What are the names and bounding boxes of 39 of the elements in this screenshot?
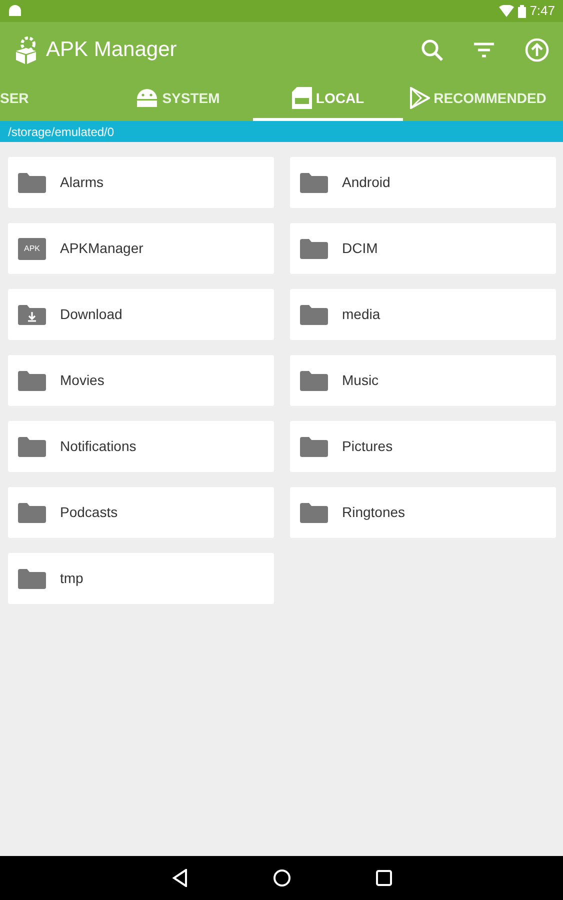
recents-icon[interactable] (376, 870, 392, 886)
folder-icon (300, 304, 328, 326)
folder-card[interactable]: Music (290, 355, 556, 406)
app-title: APK Manager (46, 37, 177, 64)
android-icon (136, 87, 158, 109)
folder-card[interactable]: Podcasts (8, 487, 274, 538)
battery-icon (518, 4, 526, 18)
apk-file-icon (292, 87, 312, 109)
folder-icon (300, 370, 328, 392)
folder-card[interactable]: Notifications (8, 421, 274, 472)
folder-card[interactable]: Pictures (290, 421, 556, 472)
folder-icon (18, 370, 46, 392)
folder-card[interactable]: APK APKManager (8, 223, 274, 274)
path-bar: /storage/emulated/0 (0, 121, 563, 142)
back-icon[interactable] (172, 869, 188, 887)
wifi-icon (498, 5, 514, 17)
android-notification-icon (8, 5, 22, 17)
folder-card[interactable]: tmp (8, 553, 274, 604)
download-folder-icon (18, 304, 46, 326)
folder-icon (18, 502, 46, 524)
folder-card[interactable]: Movies (8, 355, 274, 406)
folder-card[interactable]: media (290, 289, 556, 340)
folder-icon (300, 502, 328, 524)
home-icon[interactable] (272, 869, 290, 887)
folder-icon (18, 436, 46, 458)
gear-box-icon (14, 35, 38, 65)
folder-card[interactable]: Alarms (8, 157, 274, 208)
folder-icon (18, 568, 46, 590)
play-store-icon (410, 87, 430, 109)
folder-card[interactable]: Ringtones (290, 487, 556, 538)
folder-card[interactable]: Android (290, 157, 556, 208)
folder-icon (18, 172, 46, 194)
apk-folder-icon: APK (18, 238, 46, 260)
folder-icon (300, 172, 328, 194)
folder-card[interactable]: Download (8, 289, 274, 340)
clock-time: 7:47 (530, 2, 555, 20)
folder-card[interactable]: DCIM (290, 223, 556, 274)
folder-icon (300, 238, 328, 260)
folder-icon (300, 436, 328, 458)
